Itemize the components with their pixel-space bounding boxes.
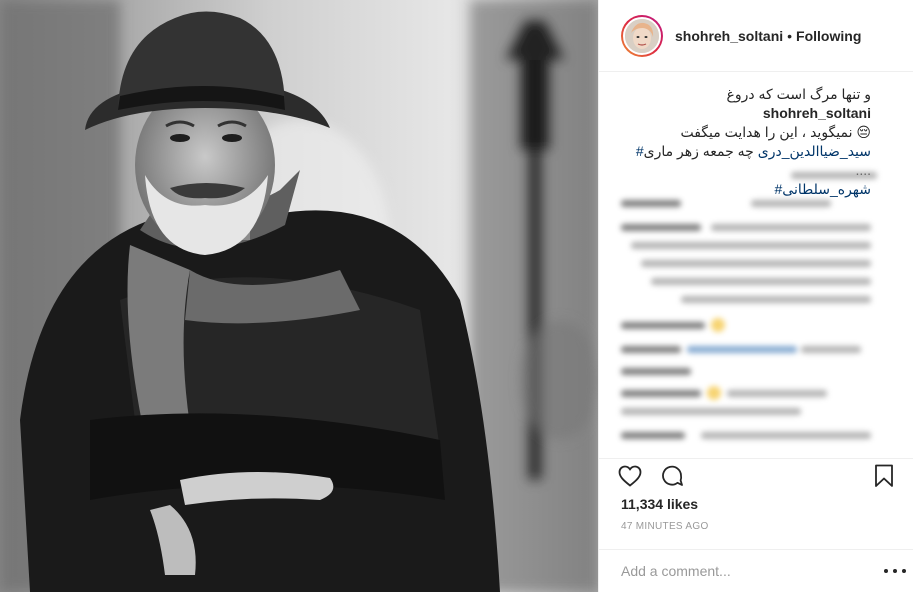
save-button[interactable]: [871, 463, 897, 489]
caption-text-2: نمیگوید ، این را هدایت میگفت 😔: [680, 124, 871, 140]
caption-text-1: و تنها مرگ است که دروغ: [726, 86, 871, 102]
header-separator: •: [787, 27, 793, 44]
emoji-icon: [707, 386, 721, 400]
like-button[interactable]: [617, 463, 643, 489]
comment-line: [631, 242, 871, 249]
header-text: shohreh_soltani • Following: [675, 28, 861, 44]
comment-username: [621, 390, 701, 397]
emoji-icon: [711, 318, 725, 332]
caption-username[interactable]: shohreh_soltani: [763, 105, 871, 121]
comment-line: [651, 278, 871, 285]
comment-username: [621, 200, 681, 207]
comment-line: [801, 346, 861, 353]
avatar-portrait-icon: [625, 18, 659, 53]
comment-list[interactable]: [621, 170, 879, 445]
post-timestamp[interactable]: 47 MINUTES AGO: [621, 521, 709, 532]
speech-bubble-icon: [662, 465, 683, 486]
comment-line: [791, 172, 877, 179]
comment-line: [621, 408, 801, 415]
comment-line: [711, 224, 871, 231]
comment-button[interactable]: [659, 463, 685, 489]
action-bar: [599, 458, 913, 488]
comment-username: [621, 346, 681, 353]
post-photo[interactable]: [0, 0, 598, 592]
comment-username: [621, 368, 691, 375]
post-details-panel: shohreh_soltani • Following و تنها مرگ ا…: [598, 0, 913, 592]
comment-line: [727, 390, 827, 397]
comment-mention: [687, 346, 797, 353]
comment-line: [751, 200, 831, 207]
dot-icon: [884, 569, 888, 573]
comment-username: [621, 322, 705, 329]
likes-count[interactable]: 11,334 likes: [621, 496, 698, 512]
avatar-image: [623, 16, 661, 55]
following-button[interactable]: Following: [796, 28, 861, 44]
instagram-post: shohreh_soltani • Following و تنها مرگ ا…: [0, 0, 913, 592]
avatar[interactable]: [621, 14, 663, 57]
comment-username: [621, 432, 685, 439]
heart-icon: [618, 465, 642, 487]
comment-username: [621, 224, 701, 231]
header-username[interactable]: shohreh_soltani: [675, 28, 783, 44]
comment-line: [641, 260, 871, 267]
comment-line: [701, 432, 871, 439]
dot-icon: [902, 569, 906, 573]
add-comment-input[interactable]: [621, 563, 861, 579]
post-photo-image: [0, 0, 598, 592]
comment-line: [681, 296, 871, 303]
add-comment-bar: [599, 549, 913, 592]
dot-icon: [893, 569, 897, 573]
caption-line-1: و تنها مرگ است که دروغ shohreh_soltani: [621, 85, 871, 123]
more-options-button[interactable]: [884, 563, 906, 579]
bookmark-icon: [875, 464, 893, 487]
post-header: shohreh_soltani • Following: [599, 0, 913, 72]
